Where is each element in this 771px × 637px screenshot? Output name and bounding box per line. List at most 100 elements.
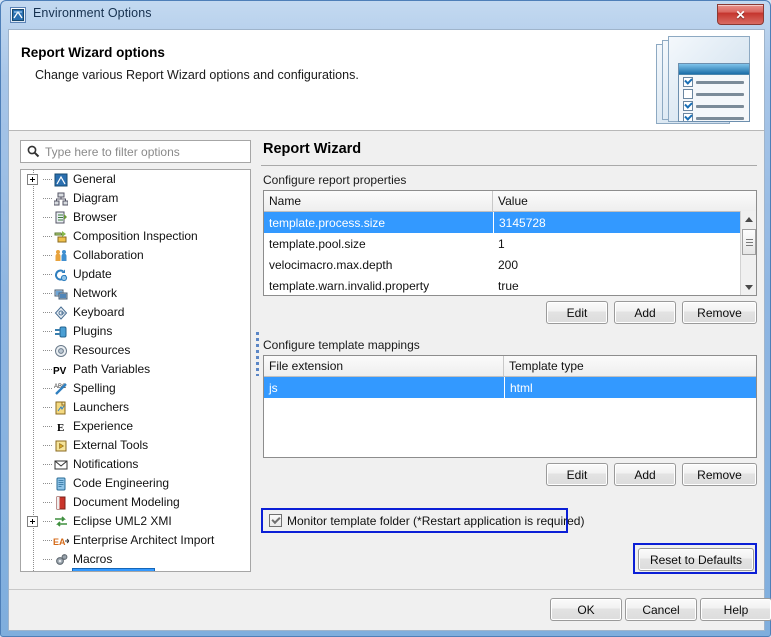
filter-box[interactable]: [20, 140, 251, 163]
mini-label: [696, 104, 744, 108]
column-header-value[interactable]: Value: [493, 191, 742, 211]
mini-checkbox-icon: [683, 77, 693, 87]
tree-connector: [40, 246, 53, 265]
mini-label: [696, 116, 744, 120]
sidebar-item-label: Enterprise Architect Import: [73, 533, 215, 547]
template-mappings-grid[interactable]: File extension Template type js html: [263, 355, 757, 458]
sidebar-item-composition-inspection[interactable]: Composition Inspection: [21, 227, 250, 246]
properties-add-button[interactable]: Add: [614, 301, 676, 324]
properties-grid-header: Name Value: [264, 191, 756, 212]
sidebar-item-launchers[interactable]: Launchers: [21, 398, 250, 417]
help-button[interactable]: Help: [700, 598, 771, 621]
body-area: General Diagram Browser Composition Inspect…: [9, 131, 764, 591]
table-row[interactable]: template.warn.invalid.property true: [264, 275, 756, 295]
scroll-up-button[interactable]: [741, 211, 756, 227]
banner-title: Report Wizard options: [21, 45, 165, 60]
tree-connector: [40, 208, 53, 227]
table-row[interactable]: js html: [264, 377, 756, 398]
scrollbar-thumb[interactable]: [742, 229, 756, 255]
splitter-grip-icon: [256, 332, 259, 376]
sidebar-item-plugins[interactable]: Plugins: [21, 322, 250, 341]
sidebar-item-spelling[interactable]: ABC Spelling: [21, 379, 250, 398]
search-icon: [27, 145, 40, 158]
window-title: Environment Options: [33, 6, 152, 20]
cell-value: 200: [498, 257, 519, 272]
cell-name: template.pool.size: [269, 236, 366, 251]
dialog-footer: OK Cancel Help: [9, 589, 771, 630]
composition-icon: [53, 229, 69, 245]
sidebar-item-report-wizard[interactable]: Report Wizard: [21, 568, 250, 571]
column-header-file-extension[interactable]: File extension: [264, 356, 504, 376]
sidebar-item-external-tools[interactable]: External Tools: [21, 436, 250, 455]
cancel-button[interactable]: Cancel: [625, 598, 697, 621]
sidebar-item-notifications[interactable]: Notifications: [21, 455, 250, 474]
title-divider: [261, 165, 757, 166]
environment-options-window: Environment Options ✕ Report Wizard opti…: [0, 0, 771, 637]
mappings-grid-header: File extension Template type: [264, 356, 756, 377]
ea-import-icon: EA: [53, 533, 69, 549]
sidebar-item-document-modeling[interactable]: Document Modeling: [21, 493, 250, 512]
properties-remove-button[interactable]: Remove: [682, 301, 757, 324]
monitor-template-folder-checkbox[interactable]: [269, 514, 282, 527]
sidebar-item-collaboration[interactable]: Collaboration: [21, 246, 250, 265]
properties-edit-button[interactable]: Edit: [546, 301, 608, 324]
panel-splitter[interactable]: [255, 140, 260, 572]
mappings-edit-button[interactable]: Edit: [546, 463, 608, 486]
column-header-template-type[interactable]: Template type: [504, 356, 756, 376]
sidebar-item-network[interactable]: Network: [21, 284, 250, 303]
tree-connector: [40, 170, 53, 189]
expand-plus-icon[interactable]: [27, 516, 38, 527]
options-tree[interactable]: General Diagram Browser Composition Inspect…: [20, 169, 251, 572]
browser-icon: [53, 210, 69, 226]
sidebar-item-diagram[interactable]: Diagram: [21, 189, 250, 208]
properties-scrollbar[interactable]: [740, 211, 756, 295]
sidebar-item-label: Eclipse UML2 XMI: [73, 514, 172, 528]
tree-connector: [40, 189, 53, 208]
expand-plus-icon[interactable]: [27, 174, 38, 185]
tree-connector: [40, 436, 53, 455]
sidebar-item-enterprise-architect-import[interactable]: EA Enterprise Architect Import: [21, 531, 250, 550]
sidebar-item-label: Macros: [73, 552, 113, 566]
sidebar-item-resources[interactable]: Resources: [21, 341, 250, 360]
sidebar-item-label: Resources: [73, 343, 131, 357]
external-tools-icon: [53, 438, 69, 454]
mappings-remove-button[interactable]: Remove: [682, 463, 757, 486]
mini-dialog: [678, 63, 750, 122]
table-row[interactable]: velocimacro.max.depth 200: [264, 254, 756, 275]
mini-dialog-row: [683, 89, 749, 99]
mappings-add-button[interactable]: Add: [614, 463, 676, 486]
mini-dialog-row: [683, 77, 749, 87]
tree-connector: [40, 322, 53, 341]
mini-dialog-row: [683, 101, 749, 111]
sidebar-item-keyboard[interactable]: Keyboard: [21, 303, 250, 322]
tree-connector: [40, 569, 53, 571]
report-properties-grid[interactable]: Name Value template.process.size 3145728 t…: [263, 190, 757, 296]
cell-value: 1: [498, 236, 505, 251]
reset-to-defaults-button[interactable]: Reset to Defaults: [638, 548, 754, 571]
search-input[interactable]: [45, 144, 235, 159]
table-row[interactable]: template.process.size 3145728: [264, 212, 756, 233]
monitor-template-folder-highlight: Monitor template folder (*Restart applic…: [261, 508, 584, 533]
cell-template-type: html: [504, 377, 756, 398]
scroll-down-button[interactable]: [741, 279, 756, 295]
sidebar-item-path-variables[interactable]: PV Path Variables: [21, 360, 250, 379]
ok-button[interactable]: OK: [550, 598, 622, 621]
close-button[interactable]: ✕: [717, 4, 764, 25]
sidebar-item-label: Collaboration: [73, 248, 144, 262]
column-header-name[interactable]: Name: [264, 191, 493, 211]
sidebar-item-code-engineering[interactable]: Code Engineering: [21, 474, 250, 493]
dialog-client-area: Report Wizard options Change various Rep…: [8, 29, 771, 631]
properties-rows: template.process.size 3145728 template.poo…: [264, 212, 756, 295]
tree-list: General Diagram Browser Composition Inspect…: [21, 170, 250, 571]
tree-connector: [40, 227, 53, 246]
cell-file-extension: js: [269, 380, 278, 395]
sidebar-item-macros[interactable]: Macros: [21, 550, 250, 569]
cell-name: template.warn.invalid.property: [269, 278, 430, 293]
code-engineering-icon: [53, 476, 69, 492]
sidebar-item-eclipse-uml2-xmi[interactable]: Eclipse UML2 XMI: [21, 512, 250, 531]
sidebar-item-browser[interactable]: Browser: [21, 208, 250, 227]
sidebar-item-update[interactable]: Update: [21, 265, 250, 284]
sidebar-item-experience[interactable]: E Experience: [21, 417, 250, 436]
table-row[interactable]: template.pool.size 1: [264, 233, 756, 254]
sidebar-item-general[interactable]: General: [21, 170, 250, 189]
